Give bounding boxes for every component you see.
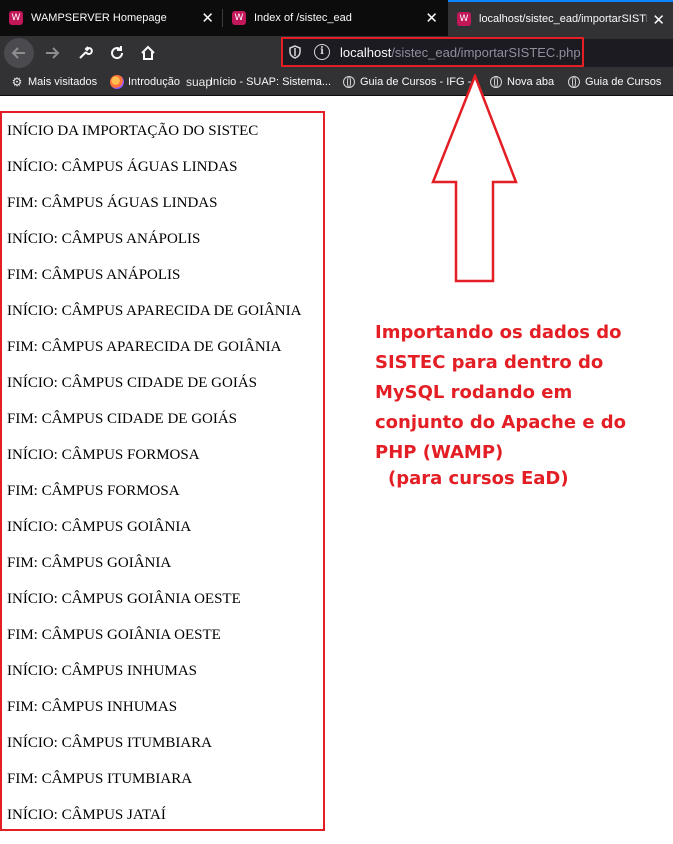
home-icon bbox=[141, 45, 155, 60]
tab-wampserver-homepage[interactable]: W WAMPSERVER Homepage ✕ bbox=[0, 0, 222, 36]
suap-icon: suap bbox=[185, 75, 213, 89]
bookmark-guia-de-cursos[interactable]: Guia de Cursos bbox=[567, 75, 661, 89]
globe-icon bbox=[567, 75, 581, 89]
tab-importar-sistec[interactable]: W localhost/sistec_ead/importarSISTEC.ph… bbox=[448, 0, 673, 36]
bookmark-introducao[interactable]: Introdução bbox=[110, 75, 180, 89]
bookmark-label: Mais visitados bbox=[28, 76, 98, 88]
bookmark-mais-visitados[interactable]: ⚙ Mais visitados bbox=[10, 75, 97, 89]
reload-icon bbox=[111, 46, 124, 60]
close-icon[interactable]: ✕ bbox=[425, 9, 438, 27]
wrench-icon bbox=[79, 46, 93, 59]
arrow-left-icon bbox=[11, 47, 25, 59]
forward-button[interactable] bbox=[39, 40, 65, 66]
back-button[interactable] bbox=[4, 38, 34, 68]
arrow-up-icon bbox=[431, 74, 518, 283]
log-highlight-box bbox=[0, 111, 325, 831]
url-highlight-box bbox=[281, 37, 584, 67]
tab-title: Index of /sistec_ead bbox=[254, 12, 352, 24]
annotation-text: Importando os dados do SISTEC para dentr… bbox=[375, 322, 627, 463]
annotation-subtext: (para cursos EaD) bbox=[388, 468, 569, 489]
tab-index-of-sistec-ead[interactable]: W Index of /sistec_ead ✕ bbox=[223, 0, 446, 36]
close-icon[interactable]: ✕ bbox=[652, 11, 665, 29]
customize-button[interactable] bbox=[72, 40, 98, 66]
bookmark-suap[interactable]: suap Início - SUAP: Sistema... bbox=[185, 75, 332, 89]
bookmarks-toolbar: ⚙ Mais visitados Introdução suap Início … bbox=[0, 70, 673, 96]
wamp-icon: W bbox=[457, 12, 471, 26]
reload-button[interactable] bbox=[104, 40, 130, 66]
wamp-icon: W bbox=[9, 11, 23, 25]
home-button[interactable] bbox=[135, 40, 161, 66]
bookmark-label: Guia de Cursos bbox=[585, 76, 662, 88]
bookmark-label: Introdução bbox=[128, 76, 180, 88]
tab-title: localhost/sistec_ead/importarSISTEC.php bbox=[479, 13, 647, 25]
firefox-icon bbox=[110, 75, 124, 89]
gear-icon: ⚙ bbox=[11, 75, 23, 89]
arrow-right-icon bbox=[46, 47, 60, 59]
wamp-icon: W bbox=[232, 11, 246, 25]
tab-strip: W WAMPSERVER Homepage ✕ W Index of /sist… bbox=[0, 0, 673, 36]
tab-title: WAMPSERVER Homepage bbox=[31, 12, 167, 24]
close-icon[interactable]: ✕ bbox=[201, 9, 214, 27]
bookmark-label: Início - SUAP: Sistema... bbox=[210, 76, 332, 88]
globe-icon bbox=[342, 75, 356, 89]
